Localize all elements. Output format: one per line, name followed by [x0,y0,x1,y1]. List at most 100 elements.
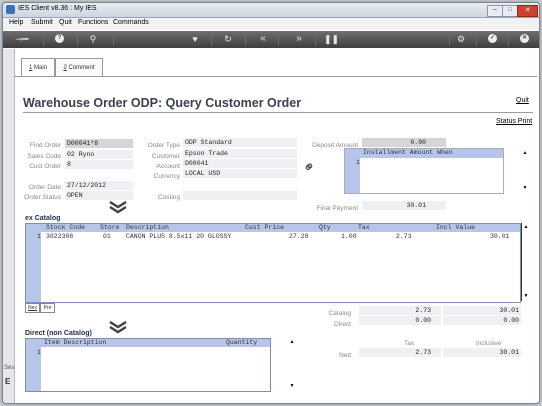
direct-row-num: 1 [37,349,41,356]
col-description: Description [126,224,169,231]
scroll-up-icon[interactable]: ▲ [288,338,296,346]
menu-functions[interactable]: Functions [78,19,108,26]
window-title: IES Client v8.36 : My IES [18,5,97,12]
key-icon[interactable]: ⊸━ [11,33,33,45]
heart-icon[interactable]: ♥ [189,33,201,45]
installment-grid: Installment Amount When 1 [344,148,504,194]
currency-label: Currency [153,173,180,180]
direct-grid: Item Description Quantity 1 [25,338,271,392]
scroll-down-icon[interactable]: ▼ [521,184,529,192]
cell-store: 01 [103,233,111,240]
direct-tax-field: 0.00 [359,316,441,325]
account-field: D00041 [183,159,297,168]
installment-row-num: 1 [356,159,360,166]
order-date-label: Order Date [28,184,61,191]
find-order-field[interactable]: D00041*8 [65,139,133,148]
order-type-field: ODP Standard [183,138,297,147]
prev-button[interactable]: Pre [40,303,55,313]
expand-direct-icon[interactable] [109,320,127,334]
ex-catalog-grid: Stock Code Store Description Cust Price … [25,223,521,303]
deposit-amount-value: 0.00 [410,139,426,146]
tab-main-label: Main [34,65,48,71]
scroll-up-icon[interactable]: ▲ [522,223,530,231]
refresh-icon[interactable]: ↻ [222,33,234,45]
tab-main-key: 1 [28,65,33,71]
cell-qty: 1.00 [341,233,357,240]
ex-catalog-heading: ex Catalog [25,215,61,222]
check-icon[interactable]: ✓ [488,34,497,43]
order-type-label: Order Type [147,142,180,149]
col-item-description: Item Description [44,339,107,346]
next-button[interactable]: Nex [25,303,40,313]
link-icon[interactable]: ⚭ [298,156,320,178]
direct-incl-field: 0.00 [443,316,521,325]
costing-field [183,191,297,200]
tab-divider [15,76,537,77]
pause-icon[interactable]: ❚❚ [324,33,339,45]
maximize-button[interactable]: □ [502,5,518,17]
row-num: 1 [37,233,41,240]
side-letter-icon: E [5,377,11,386]
app-window: IES Client v8.36 : My IES – □ ✕ Help Sub… [2,2,540,404]
nett-tax-field: 2.73 [359,348,441,357]
catalog-tax-field: 2.73 [359,306,441,315]
sales-code-field: 02 Ryno [65,150,133,159]
direct-label: Direct [334,321,351,328]
minimize-button[interactable]: – [487,5,503,17]
nett-incl-field: 30.01 [443,348,521,357]
final-payment-label: Final Payment [316,205,358,212]
scroll-down-icon[interactable]: ▼ [288,382,296,390]
back-icon[interactable]: « [257,33,269,45]
cust-order-field: 8 [65,160,133,169]
tab-comment[interactable]: 2 Comment [55,58,103,77]
search-icon[interactable]: ⚲ [87,33,99,45]
scroll-up-icon[interactable]: ▲ [521,149,529,157]
order-status-label: Order Status [24,194,61,201]
menu-submit[interactable]: Submit [31,19,53,26]
col-store: Store [100,224,120,231]
menu-quit[interactable]: Quit [59,19,72,26]
installment-scrollbar[interactable]: ▲ ▼ [521,149,529,193]
gear-icon[interactable]: ⚙ [455,33,467,45]
page-title: Warehouse Order ODP: Query Customer Orde… [23,96,302,110]
col-qty: Qty [319,224,331,231]
close-button[interactable]: ✕ [517,5,538,17]
col-stock-code: Stock Code [46,224,86,231]
installment-header: Installment Amount When [363,149,453,156]
menu-help[interactable]: Help [9,19,23,26]
expand-ex-catalog-icon[interactable] [109,200,127,214]
direct-tax: 0.00 [415,317,431,324]
sales-code-label: Sales Code [27,153,61,160]
deposit-amount-field: 0.00 [362,138,446,147]
menu-commands[interactable]: Commands [113,19,149,26]
catalog-label: Catalog [328,310,351,317]
customer-field: Epson Trade [183,149,297,158]
customer-label: Customer [151,153,180,160]
side-fragment: Ses [4,365,15,371]
cell-stock-code: 3022306 [46,233,74,240]
find-order-label: Find Order [29,142,61,149]
account-label: Account [156,163,181,170]
tab-comment-key: 2 [63,65,67,71]
col-cust-price: Cust Price [245,224,285,231]
direct-scrollbar[interactable]: ▲ ▼ [288,338,296,390]
table-row[interactable]: 1 3022306 01 CANON PLUS 8.5x11 20 GLOSSY… [26,233,520,241]
side-strip: Ses E [3,49,15,403]
cell-tax: 2.73 [396,233,412,240]
col-incl-value: Incl Value [436,224,476,231]
quit-link[interactable]: Quit [516,97,529,104]
forward-icon[interactable]: » [293,33,305,45]
col-quantity: Quantity [226,339,258,346]
close-icon[interactable]: ✕ [520,34,529,43]
costing-label: Costing [157,194,180,201]
status-print-link[interactable]: Status Print [496,118,532,125]
tab-comment-label: Comment [68,65,95,71]
tab-main[interactable]: 1 Main [21,58,55,77]
final-payment-field: 30.01 [362,201,446,210]
direct-heading: Direct (non Catalog) [25,330,92,337]
ex-catalog-scrollbar[interactable]: ▲ ▼ [521,223,530,301]
scroll-down-icon[interactable]: ▼ [522,292,530,300]
title-bar: IES Client v8.36 : My IES – □ ✕ [3,3,539,18]
help-icon[interactable]: ? [55,34,64,43]
toolbar: ⊸━ ? ⚲ ♥ ↻ « » ❚❚ ⚙ ✓ ✕ [3,31,539,48]
